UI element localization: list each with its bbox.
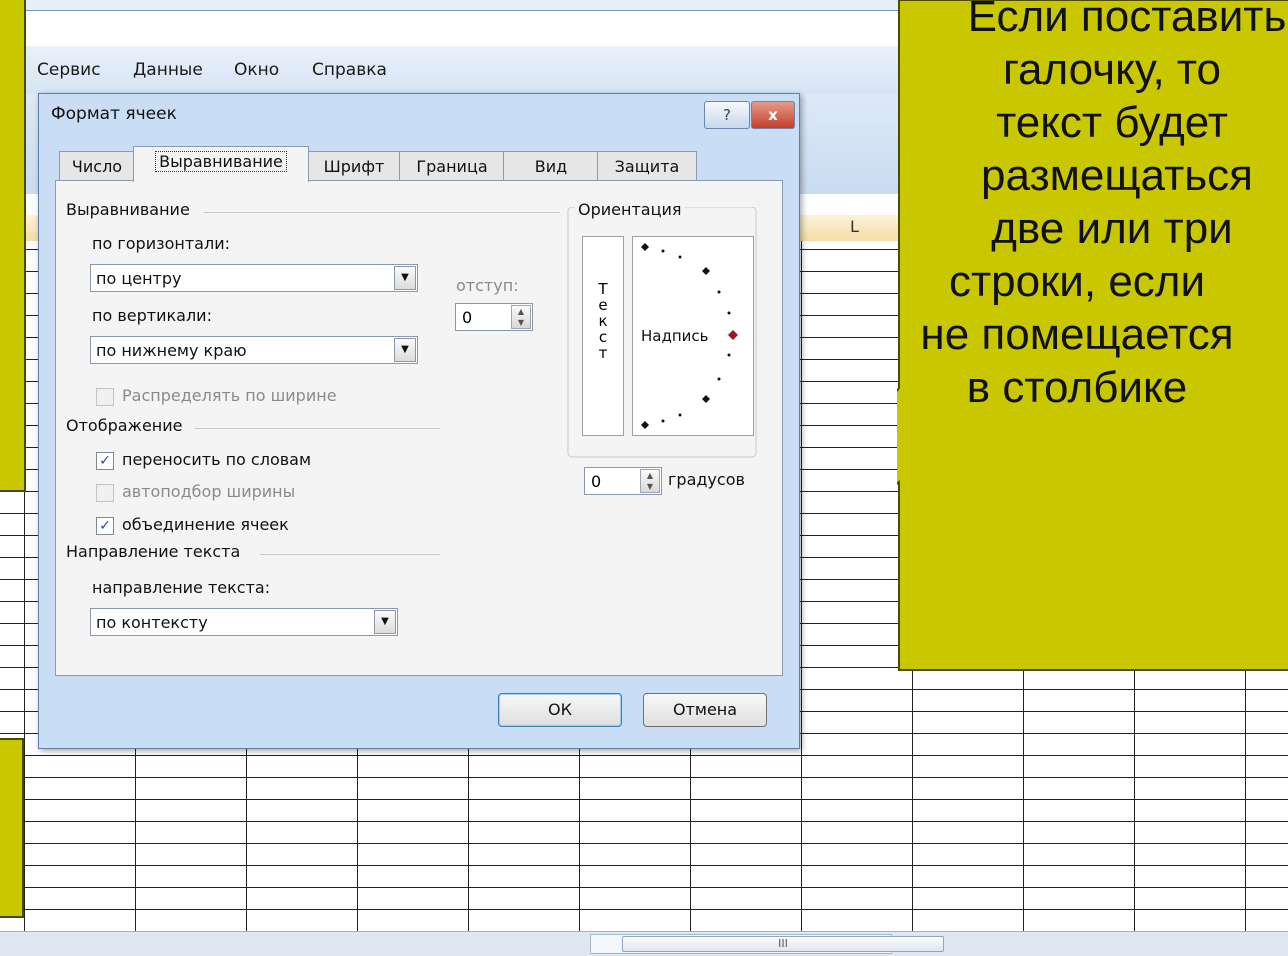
cancel-button[interactable]: Отмена [643, 693, 767, 727]
vertical-label: по вертикали: [92, 306, 212, 325]
merge-cells-checkbox[interactable]: ✓ [96, 517, 114, 535]
chevron-down-icon[interactable]: ▼ [374, 610, 396, 634]
tab-alignment-label: Выравнивание [155, 151, 287, 172]
dialog-title: Формат ячеек [51, 104, 177, 124]
help-button[interactable]: ? [704, 101, 750, 129]
wrap-text-label: переносить по словам [122, 450, 312, 469]
callout-text: Если поставить галочку, то текст будет р… [897, 0, 1288, 414]
chevron-down-icon[interactable]: ▼ [394, 338, 416, 362]
display-group-line [194, 428, 440, 429]
indent-label: отступ: [456, 276, 519, 295]
distribute-label: Распределять по ширине [122, 386, 337, 405]
text-direction-label: направление текста: [92, 578, 271, 597]
menu-item-help[interactable]: Справка [312, 60, 387, 80]
alignment-group-label: Выравнивание [66, 200, 190, 219]
vertical-select-value: по нижнему краю [96, 341, 247, 360]
menu-item-window[interactable]: Окно [234, 60, 279, 80]
callout-line: не помещается [920, 310, 1234, 359]
dial-marker-icon [702, 395, 710, 403]
degrees-stepper[interactable]: 0 ▲ ▼ [584, 467, 662, 495]
vertical-text-letter: с [598, 328, 608, 346]
orientation-dial[interactable]: Надпись [632, 236, 754, 436]
vertical-text-letter: к [598, 312, 608, 330]
left-callout-bottom [0, 738, 24, 918]
left-callout-top [0, 0, 26, 492]
spin-arrows-icon[interactable]: ▲ ▼ [640, 469, 660, 493]
vertical-select[interactable]: по нижнему краю ▼ [90, 336, 418, 364]
tab-border[interactable]: Граница [399, 151, 505, 182]
wrap-text-checkbox[interactable]: ✓ [96, 452, 114, 470]
callout-line: галочку, то [1002, 45, 1222, 94]
indent-stepper[interactable]: 0 ▲ ▼ [455, 303, 533, 331]
close-button[interactable]: x [751, 101, 795, 129]
merge-cells-label: объединение ячеек [122, 515, 289, 534]
dial-pointer-icon [728, 330, 738, 340]
distribute-checkbox[interactable] [96, 388, 114, 406]
vertical-text-box[interactable]: Т е к с т [582, 236, 624, 436]
check-icon: ✓ [99, 453, 111, 469]
horizontal-label: по горизонтали: [92, 234, 230, 253]
dial-marker-icon [641, 243, 649, 251]
tab-font[interactable]: Шрифт [307, 151, 401, 182]
dial-marker-icon [641, 421, 649, 429]
callout-line: две или три [991, 204, 1233, 253]
vertical-text-letter: т [598, 344, 608, 362]
orientation-group-label: Ориентация [575, 200, 685, 219]
horizontal-scroll-thumb[interactable]: III [622, 936, 944, 952]
shrink-to-fit-checkbox[interactable] [96, 484, 114, 502]
horizontal-select-value: по центру [96, 269, 182, 288]
callout-line: размещаться [981, 151, 1253, 200]
tab-number[interactable]: Число [59, 151, 135, 182]
callout-line: строки, если [948, 257, 1206, 306]
indent-value: 0 [462, 308, 473, 327]
shrink-to-fit-label: автоподбор ширины [122, 482, 296, 501]
alignment-group-line [204, 212, 560, 213]
degrees-label: градусов [668, 470, 745, 489]
tab-alignment[interactable]: Выравнивание [133, 146, 309, 182]
explanation-callout: Если поставить галочку, то текст будет р… [897, 0, 1288, 672]
display-group-label: Отображение [66, 416, 183, 435]
text-direction-select[interactable]: по контексту ▼ [90, 608, 398, 636]
direction-group-line [260, 554, 440, 555]
tab-fill[interactable]: Вид [503, 151, 599, 182]
degrees-value: 0 [591, 472, 602, 491]
horizontal-select[interactable]: по центру ▼ [90, 264, 418, 292]
text-direction-value: по контексту [96, 613, 208, 632]
chevron-down-icon[interactable]: ▼ [394, 266, 416, 290]
callout-line: в столбике [966, 363, 1188, 412]
ok-button[interactable]: ОК [498, 693, 622, 727]
dial-marker-icon [702, 267, 710, 275]
vertical-text-letter: Т [598, 280, 608, 298]
callout-line: Если поставить [967, 0, 1287, 41]
tab-protection[interactable]: Защита [597, 151, 697, 182]
menu-item-data[interactable]: Данные [133, 60, 203, 80]
menu-item-service[interactable]: Сервис [37, 60, 101, 80]
check-icon: ✓ [99, 518, 111, 534]
column-header-l[interactable]: L [850, 217, 859, 236]
dial-label: Надпись [641, 327, 709, 345]
callout-line: текст будет [996, 98, 1228, 147]
vertical-text-letter: е [598, 296, 608, 314]
direction-group-label: Направление текста [66, 542, 241, 561]
